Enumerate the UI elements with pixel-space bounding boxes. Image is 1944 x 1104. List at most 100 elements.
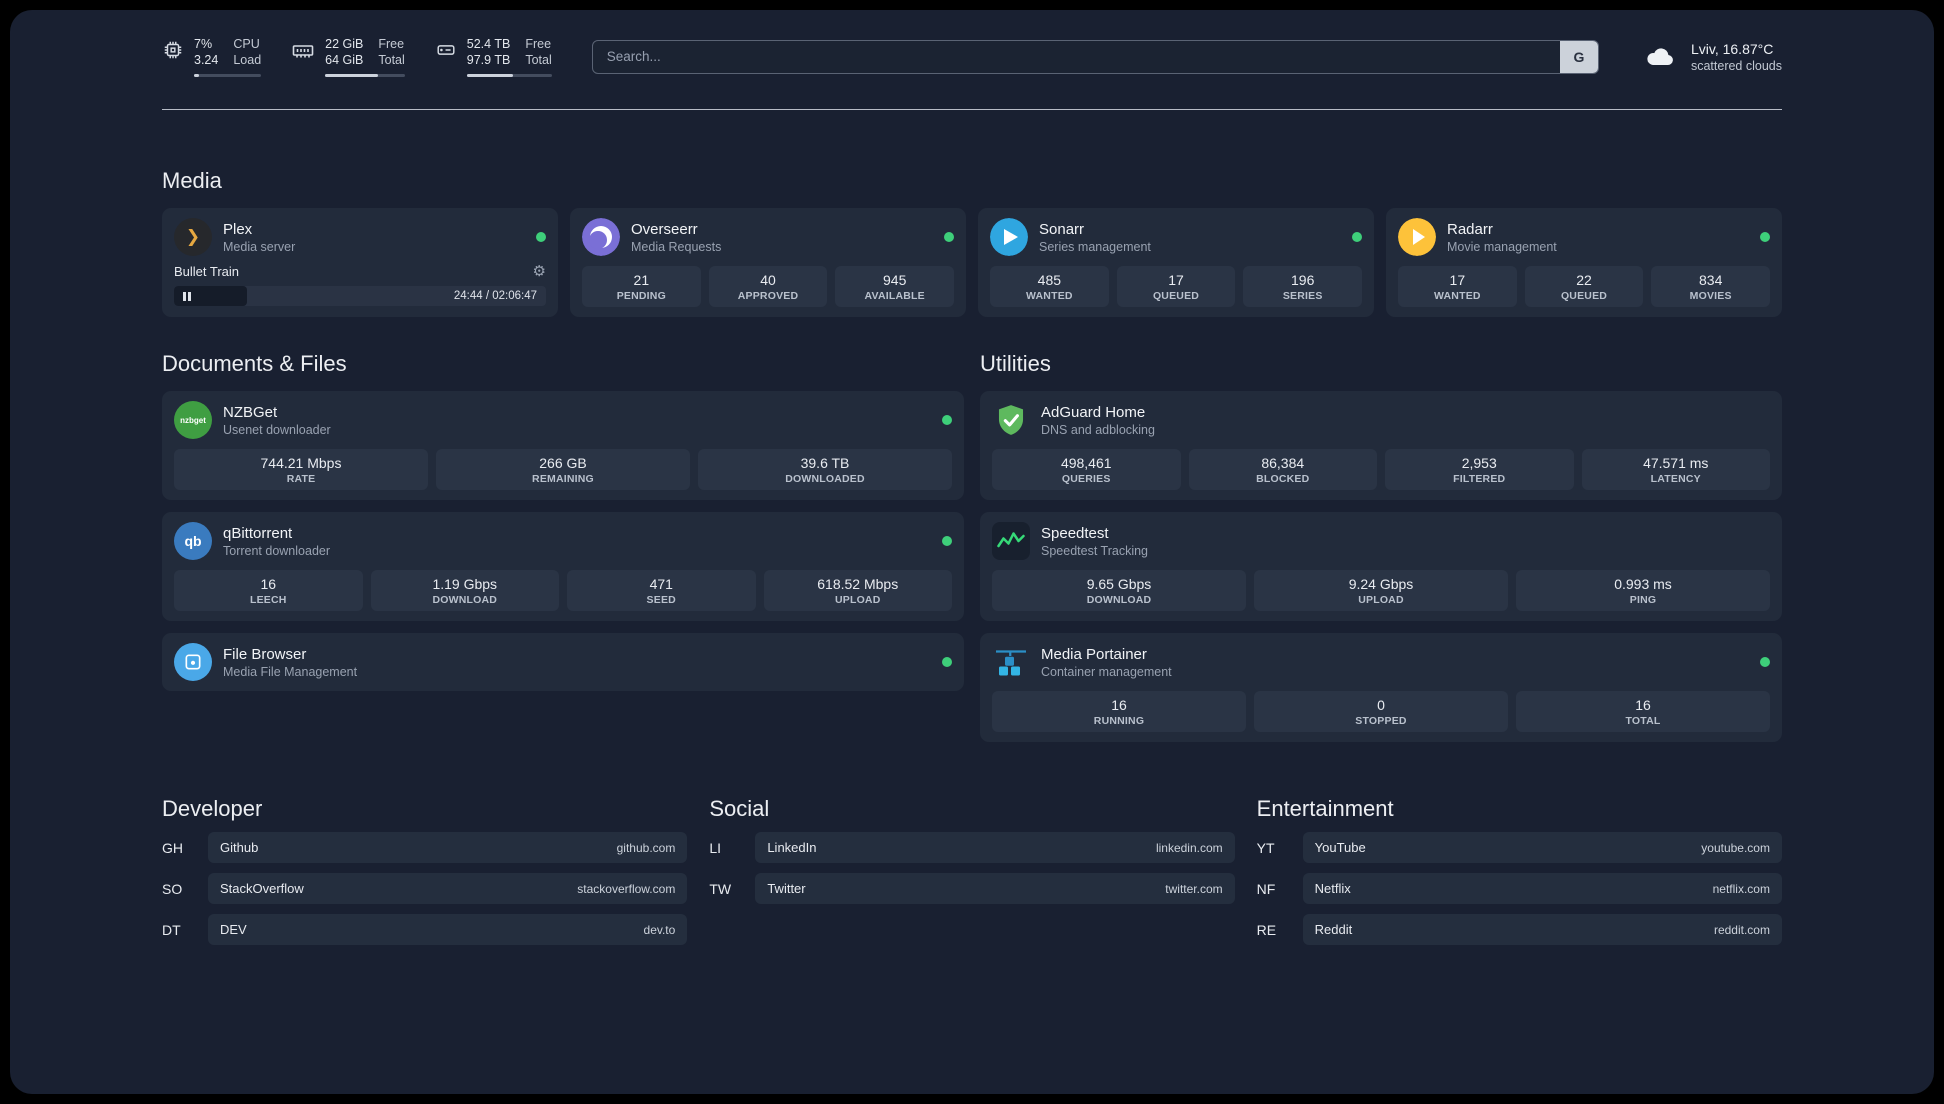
sonarr-icon xyxy=(990,218,1028,256)
now-playing-title: Bullet Train xyxy=(174,264,240,279)
bookmark-abbr: LI xyxy=(709,839,722,856)
disk-label: Free xyxy=(525,37,552,51)
service-desc: Speedtest Tracking xyxy=(1041,543,1149,558)
bookmark-abbr: DT xyxy=(162,921,181,938)
ram-widget: 22 GiB 64 GiB Free Total xyxy=(291,36,405,77)
search-provider-button[interactable]: G xyxy=(1559,40,1598,73)
bookmark-youtube[interactable]: YouTube youtube.com xyxy=(1302,832,1782,863)
status-dot xyxy=(1352,232,1362,242)
sonarr-stat-queued: 17 QUEUED xyxy=(1116,266,1236,307)
top-bar: 7% 3.24 CPU Load 22 GiB 64 GiB Free Tota… xyxy=(162,36,1782,77)
service-card-portainer[interactable]: Media Portainer Container management 16 R… xyxy=(980,633,1782,742)
bookmark-twitter[interactable]: Twitter twitter.com xyxy=(755,873,1235,904)
section-title-entertainment: Entertainment xyxy=(1256,796,1394,821)
cpu-label2: Load xyxy=(233,53,262,68)
service-name: Plex xyxy=(223,220,253,238)
cpu-load: 3.24 xyxy=(194,53,219,68)
cpu-label: CPU xyxy=(233,37,260,51)
cpu-icon xyxy=(164,41,182,59)
search-bar: G xyxy=(591,39,1599,74)
nzbget-icon: nzbget xyxy=(174,401,212,439)
service-card-radarr[interactable]: Radarr Movie management 17 WANTED 22 QUEUE… xyxy=(1386,208,1782,317)
service-name: NZBGet xyxy=(223,403,278,421)
service-card-sonarr[interactable]: Sonarr Series management 485 WANTED 17 QUE… xyxy=(978,208,1374,317)
service-card-adguard[interactable]: AdGuard Home DNS and adblocking 498,461 Q… xyxy=(980,391,1782,500)
ram-label: Free xyxy=(378,37,405,51)
pause-icon[interactable] xyxy=(183,286,191,306)
bookmark-netflix[interactable]: Netflix netflix.com xyxy=(1302,873,1782,904)
search-input[interactable] xyxy=(592,40,1560,73)
adguard-icon xyxy=(992,401,1030,439)
service-card-overseerr[interactable]: Overseerr Media Requests 21 PENDING 40 APP… xyxy=(570,208,966,317)
service-name: File Browser xyxy=(223,645,307,663)
service-desc: Usenet downloader xyxy=(223,422,331,437)
service-card-nzbget[interactable]: nzbget NZBGet Usenet downloader 744.21 M… xyxy=(162,391,964,500)
documents-column: Documents & Files nzbget NZBGet Usenet d… xyxy=(162,317,964,691)
adguard-stat-blocked: 86,384 BLOCKED xyxy=(1188,449,1377,490)
disk-total: 97.9 TB xyxy=(466,53,511,68)
bookmark-reddit[interactable]: Reddit reddit.com xyxy=(1302,914,1782,945)
service-card-filebrowser[interactable]: File Browser Media File Management xyxy=(162,633,964,691)
disk-free: 52.4 TB xyxy=(466,37,511,51)
playback-progress-bar[interactable]: 24:44 / 02:06:47 xyxy=(174,286,546,306)
speedtest-icon xyxy=(992,522,1030,560)
radarr-stat-movies: 834 MOVIES xyxy=(1651,266,1771,307)
service-card-qbittorrent[interactable]: qb qBittorrent Torrent downloader 16 LEEC… xyxy=(162,512,964,621)
divider xyxy=(162,109,1782,110)
nzbget-stat-remaining: 266 GB REMAINING xyxy=(436,449,690,490)
utilities-column: Utilities AdGuard Home DNS and adblockin… xyxy=(980,317,1782,742)
portainer-stat-stopped: 0 STOPPED xyxy=(1254,691,1508,732)
service-card-plex[interactable]: ❯ Plex Media server Bullet Train ⚙ 24:44… xyxy=(162,208,558,317)
qbittorrent-stat-upload: 618.52 Mbps UPLOAD xyxy=(763,570,952,611)
qbittorrent-stat-leech: 16 LEECH xyxy=(174,570,363,611)
section-title-documents: Documents & Files xyxy=(162,351,347,376)
service-name: Media Portainer xyxy=(1041,645,1147,663)
ram-free: 22 GiB xyxy=(325,37,364,51)
adguard-stat-queries: 498,461 QUERIES xyxy=(992,449,1181,490)
adguard-stat-filtered: 2,953 FILTERED xyxy=(1385,449,1574,490)
cpu-percent: 7% xyxy=(194,37,213,51)
section-title-utilities: Utilities xyxy=(980,351,1051,376)
service-desc: Torrent downloader xyxy=(223,543,331,558)
bookmark-abbr: YT xyxy=(1256,839,1275,856)
weather-widget: Lviv, 16.87°C scattered clouds xyxy=(1639,41,1782,73)
media-grid: ❯ Plex Media server Bullet Train ⚙ 24:44… xyxy=(162,208,1782,317)
portainer-icon xyxy=(992,643,1030,681)
speedtest-stat-download: 9.65 Gbps DOWNLOAD xyxy=(992,570,1246,611)
weather-location: Lviv, 16.87°C xyxy=(1690,40,1774,57)
disk-widget: 52.4 TB 97.9 TB Free Total xyxy=(435,36,552,77)
status-dot xyxy=(942,657,952,667)
plex-now-playing: Bullet Train ⚙ 24:44 / 02:06:47 xyxy=(174,264,546,306)
bookmark-abbr: GH xyxy=(162,839,183,856)
status-dot xyxy=(944,232,954,242)
section-title-social: Social xyxy=(709,796,770,821)
bookmark-stackoverflow[interactable]: StackOverflow stackoverflow.com xyxy=(208,873,688,904)
disk-label2: Total xyxy=(525,53,552,68)
section-title-developer: Developer xyxy=(162,796,263,821)
bookmark-group-social: Social LI LinkedIn linkedin.com TW Twitt… xyxy=(709,742,1235,904)
cpu-bar xyxy=(194,73,262,77)
status-dot xyxy=(1760,657,1770,667)
portainer-stat-running: 16 RUNNING xyxy=(992,691,1246,732)
gear-icon[interactable]: ⚙ xyxy=(533,264,546,279)
ram-icon xyxy=(292,45,314,58)
service-desc: Media File Management xyxy=(223,664,358,679)
cpu-widget: 7% 3.24 CPU Load xyxy=(162,36,262,77)
bookmark-dev[interactable]: DEV dev.to xyxy=(208,914,688,945)
bookmark-linkedin[interactable]: LinkedIn linkedin.com xyxy=(755,832,1235,863)
bookmark-abbr: RE xyxy=(1256,921,1277,938)
qbittorrent-stat-seed: 471 SEED xyxy=(567,570,756,611)
service-name: Overseerr xyxy=(631,220,698,238)
qbittorrent-stat-download: 1.19 Gbps DOWNLOAD xyxy=(370,570,559,611)
nzbget-stat-downloaded: 39.6 TB DOWNLOADED xyxy=(698,449,952,490)
bookmark-github[interactable]: Github github.com xyxy=(208,832,688,863)
service-card-speedtest[interactable]: Speedtest Speedtest Tracking 9.65 Gbps DO… xyxy=(980,512,1782,621)
service-desc: Container management xyxy=(1041,664,1172,679)
ram-total: 64 GiB xyxy=(325,53,364,68)
nzbget-stat-rate: 744.21 Mbps RATE xyxy=(174,449,428,490)
overseerr-stat-approved: 40 APPROVED xyxy=(708,266,828,307)
radarr-stat-wanted: 17 WANTED xyxy=(1398,266,1517,307)
ram-bar xyxy=(325,73,405,77)
speedtest-stat-upload: 9.24 Gbps UPLOAD xyxy=(1254,570,1508,611)
overseerr-stat-pending: 21 PENDING xyxy=(582,266,701,307)
